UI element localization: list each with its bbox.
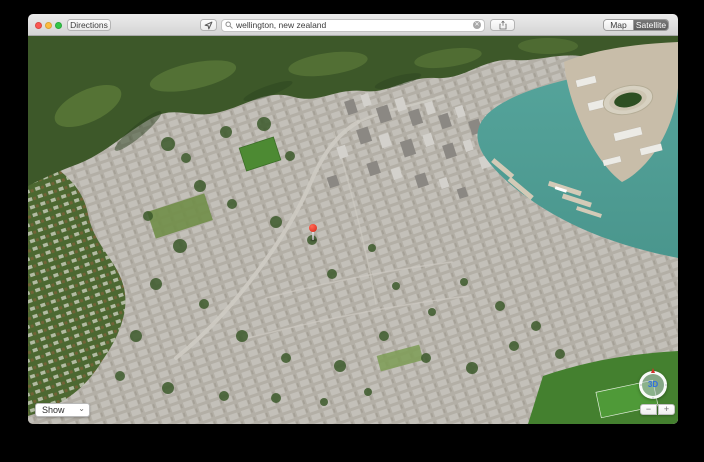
search-input[interactable]	[233, 20, 473, 30]
share-button[interactable]	[490, 19, 515, 31]
compass-east-tick	[665, 385, 667, 386]
satellite-imagery	[28, 36, 678, 424]
minimize-button[interactable]	[45, 22, 52, 29]
clear-search-icon[interactable]: ✕	[473, 21, 481, 29]
screen-background: Directions ✕	[0, 0, 704, 462]
compass-north-needle-icon	[651, 368, 655, 373]
compass-3d-label: 3D	[648, 381, 658, 389]
directions-button[interactable]: Directions	[67, 19, 111, 31]
map-view-button[interactable]: Map	[604, 20, 634, 30]
show-menu-button[interactable]: Show ⌄	[35, 403, 90, 417]
maps-window: Directions ✕	[28, 14, 678, 424]
close-button[interactable]	[35, 22, 42, 29]
pin-stem	[312, 231, 314, 240]
map-pin[interactable]	[309, 224, 317, 232]
share-icon	[499, 20, 507, 30]
search-field[interactable]: ✕	[221, 19, 485, 32]
show-menu-label: Show	[42, 406, 78, 415]
map-canvas[interactable]: Show ⌄ 3D − +	[28, 36, 678, 424]
view-toggle: Map Satellite	[603, 19, 669, 31]
compass-3d-control[interactable]: 3D	[639, 371, 667, 399]
toolbar: Directions ✕	[28, 14, 678, 36]
pin-head	[309, 224, 317, 232]
compass-west-tick	[640, 385, 642, 386]
current-location-button[interactable]	[200, 19, 217, 31]
zoom-in-button[interactable]: +	[658, 404, 675, 415]
satellite-view-button[interactable]: Satellite	[634, 20, 668, 30]
compass-south-tick	[653, 397, 654, 399]
location-arrow-icon	[204, 21, 213, 30]
search-icon	[225, 21, 233, 29]
fullscreen-button[interactable]	[55, 22, 62, 29]
zoom-out-button[interactable]: −	[640, 404, 657, 415]
zoom-controls: − +	[640, 404, 675, 415]
chevron-down-icon: ⌄	[78, 405, 85, 413]
